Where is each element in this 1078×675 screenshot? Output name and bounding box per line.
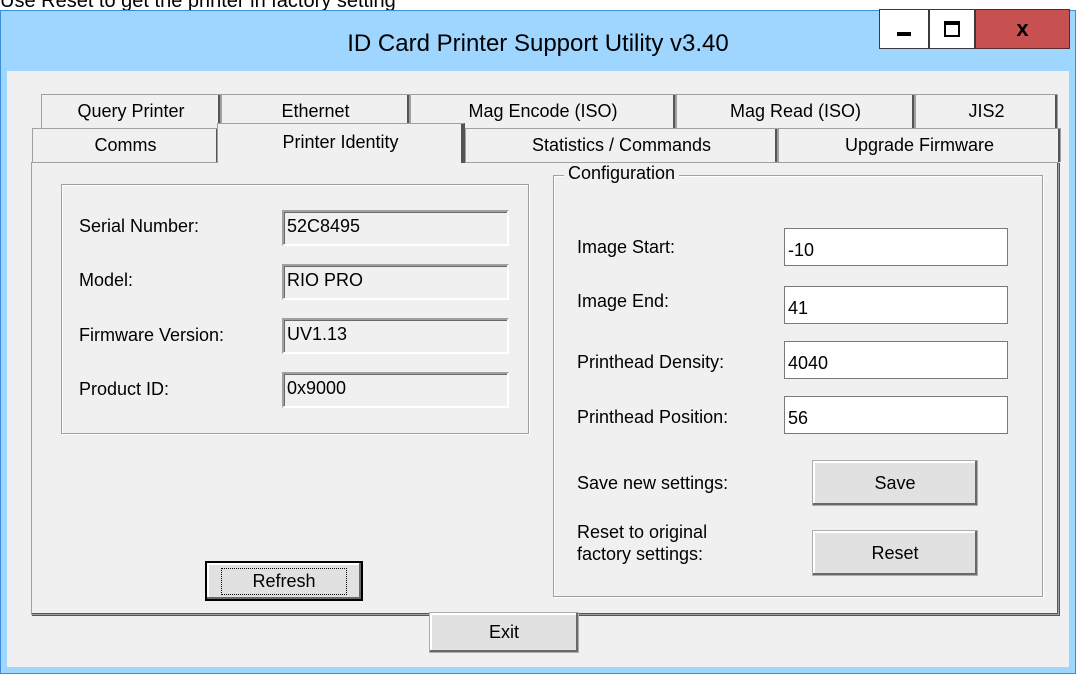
client-area: Query Printer Ethernet Mag Encode (ISO) … xyxy=(7,71,1069,667)
model-label: Model: xyxy=(79,270,134,290)
maximize-button[interactable] xyxy=(929,9,975,49)
maximize-icon xyxy=(944,21,960,37)
tab-upgrade-firmware[interactable]: Upgrade Firmware xyxy=(778,128,1061,162)
image-end-input[interactable] xyxy=(784,286,1008,324)
title-bar[interactable]: ID Card Printer Support Utility v3.40 x xyxy=(7,9,1070,71)
tab-printer-identity[interactable]: Printer Identity xyxy=(217,123,465,163)
app-window: ID Card Printer Support Utility v3.40 x … xyxy=(0,9,1076,674)
identity-group: Serial Number: 52C8495 Model: RIO PRO Fi… xyxy=(61,184,529,434)
printhead-density-input[interactable] xyxy=(784,341,1008,379)
save-button[interactable]: Save xyxy=(812,460,978,506)
tab-mag-read[interactable]: Mag Read (ISO) xyxy=(676,94,915,128)
image-start-input[interactable] xyxy=(784,228,1008,266)
configuration-group: Configuration Image Start: Image End: Pr… xyxy=(553,163,1043,597)
refresh-button[interactable]: Refresh xyxy=(205,561,363,601)
tab-comms[interactable]: Comms xyxy=(32,128,219,162)
model-field: RIO PRO xyxy=(282,264,509,300)
tab-query-printer[interactable]: Query Printer xyxy=(41,94,221,128)
tab-panel-printer-identity: Serial Number: 52C8495 Model: RIO PRO Fi… xyxy=(31,162,1059,615)
serial-number-label: Serial Number: xyxy=(79,216,200,236)
printhead-density-label: Printhead Density: xyxy=(577,352,725,372)
configuration-title: Configuration xyxy=(564,163,680,184)
save-settings-text: Save new settings: xyxy=(577,473,729,493)
firmware-version-field: UV1.13 xyxy=(282,318,509,354)
reset-settings-text-line2: factory settings: xyxy=(577,544,704,564)
tab-statistics-commands[interactable]: Statistics / Commands xyxy=(465,128,778,162)
minimize-button[interactable] xyxy=(879,9,929,49)
firmware-version-label: Firmware Version: xyxy=(79,325,225,345)
reset-settings-text-line1: Reset to original xyxy=(577,522,708,542)
image-end-label: Image End: xyxy=(577,291,670,311)
printhead-position-input[interactable] xyxy=(784,396,1008,434)
refresh-button-label: Refresh xyxy=(221,567,347,595)
product-id-field: 0x9000 xyxy=(282,372,509,408)
product-id-label: Product ID: xyxy=(79,379,170,399)
tab-jis2[interactable]: JIS2 xyxy=(915,94,1058,128)
image-start-label: Image Start: xyxy=(577,237,676,257)
reset-button[interactable]: Reset xyxy=(812,530,978,576)
minimize-icon xyxy=(897,32,911,36)
close-icon: x xyxy=(1016,16,1029,41)
exit-button[interactable]: Exit xyxy=(429,612,579,653)
close-button[interactable]: x xyxy=(975,9,1070,49)
printhead-position-label: Printhead Position: xyxy=(577,407,729,427)
serial-number-field: 52C8495 xyxy=(282,210,509,246)
